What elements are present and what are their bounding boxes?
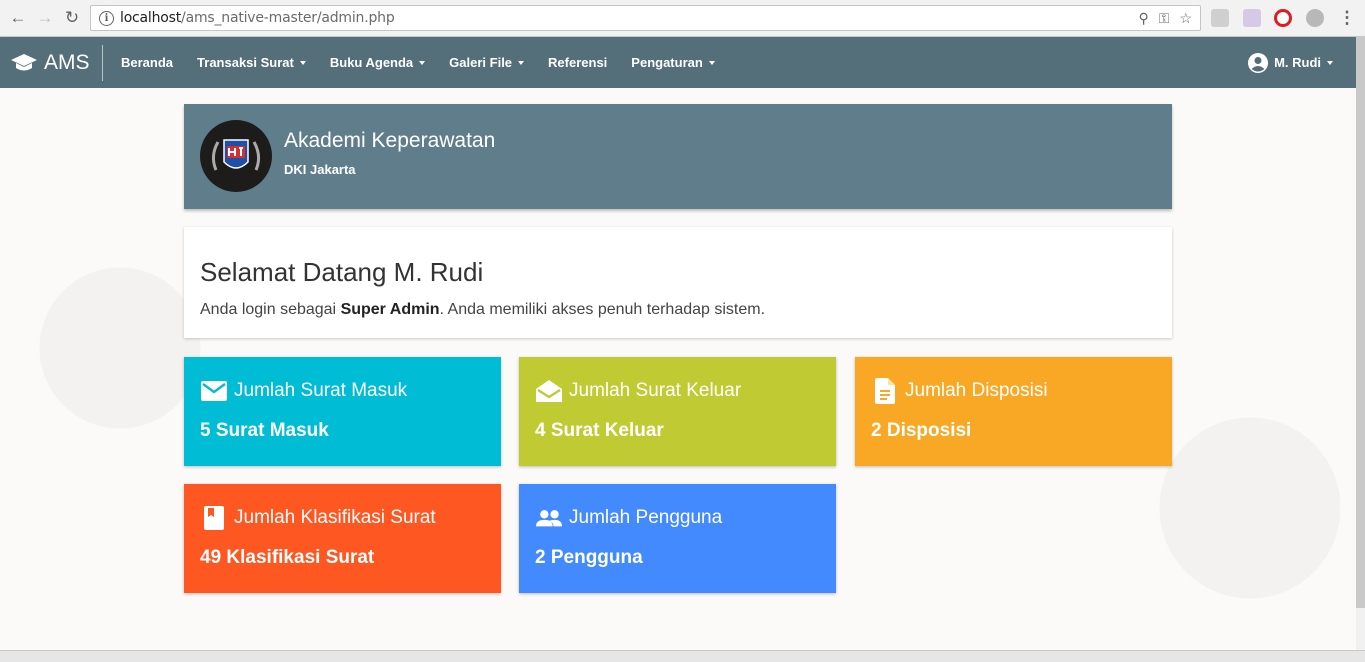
zoom-icon[interactable]: ⚲ (1139, 10, 1149, 27)
book-icon (201, 506, 227, 530)
stat-value: 2 Disposisi (871, 420, 972, 441)
pdf-extension-icon[interactable] (1211, 9, 1229, 27)
stat-surat-masuk[interactable]: Jumlah Surat Masuk 5 Surat Masuk (184, 357, 501, 466)
app-navbar: AMS Beranda Transaksi Surat Buku Agenda Gal… (0, 37, 1365, 88)
stat-title: Jumlah Surat Keluar (569, 380, 742, 401)
chevron-down-icon (708, 60, 715, 65)
url-text: localhost/ams_native-master/admin.php (120, 10, 395, 26)
nav-item-label: Transaksi Surat (197, 55, 294, 70)
people-icon (536, 506, 562, 530)
browser-toolbar: ← → ↻ i localhost/ams_native-master/admi… (0, 0, 1365, 37)
key-icon[interactable]: ⚿ (1159, 10, 1170, 27)
nav-item-galeri-file[interactable]: Galeri File (449, 55, 525, 70)
stat-surat-keluar[interactable]: Jumlah Surat Keluar 4 Surat Keluar (519, 357, 836, 466)
nav-item-label: Galeri File (449, 55, 513, 70)
mail-icon (201, 379, 227, 403)
reload-icon[interactable]: ↻ (62, 8, 82, 28)
brand[interactable]: AMS (10, 45, 103, 81)
info-icon[interactable]: i (99, 10, 114, 26)
stat-title: Jumlah Pengguna (569, 507, 723, 528)
stat-title: Jumlah Surat Masuk (234, 380, 408, 401)
stat-title: Jumlah Disposisi (905, 380, 1048, 401)
document-icon (872, 378, 898, 404)
nav-item-transaksi-surat[interactable]: Transaksi Surat (197, 55, 306, 70)
welcome-text: Anda login sebagai Super Admin. Anda mem… (200, 301, 766, 318)
browser-menu-icon[interactable]: ⋮ (1337, 8, 1357, 28)
logo-emblem-icon (211, 139, 261, 171)
stat-value: 4 Surat Keluar (535, 420, 664, 441)
chevron-down-icon (299, 60, 306, 65)
institution-logo (200, 120, 272, 192)
user-name: M. Rudi (1274, 55, 1321, 70)
nav-item-buku-agenda[interactable]: Buku Agenda (329, 55, 426, 70)
user-menu[interactable]: M. Rudi (1248, 37, 1333, 88)
page-content: Akademi Keperawatan DKI Jakarta Selamat … (0, 88, 1356, 650)
institution-name: Akademi Keperawatan (284, 129, 496, 152)
nav-item-label: Pengaturan (631, 55, 703, 70)
page-scrollbar[interactable] (1356, 37, 1365, 608)
account-circle-icon (1248, 52, 1269, 73)
window-bottom-bar (0, 650, 1365, 662)
graduation-cap-icon (11, 54, 37, 71)
stat-disposisi[interactable]: Jumlah Disposisi 2 Disposisi (855, 357, 1172, 466)
institution-city: DKI Jakarta (284, 162, 356, 177)
extension-icon[interactable] (1306, 9, 1324, 27)
star-icon[interactable]: ☆ (1179, 10, 1192, 27)
chevron-down-icon (518, 60, 525, 65)
stat-pengguna[interactable]: Jumlah Pengguna 2 Pengguna (519, 484, 836, 593)
back-icon[interactable]: ← (8, 8, 28, 28)
main-menu: Beranda Transaksi Surat Buku Agenda Galeri … (121, 37, 739, 88)
welcome-card: Selamat Datang M. Rudi Anda login sebaga… (184, 227, 1172, 338)
chevron-down-icon (419, 60, 426, 65)
stat-value: 5 Surat Masuk (200, 420, 329, 441)
stat-value: 2 Pengguna (535, 547, 643, 568)
stat-value: 49 Klasifikasi Surat (200, 547, 375, 568)
chevron-down-icon (1327, 60, 1333, 65)
stat-title: Jumlah Klasifikasi Surat (234, 507, 436, 528)
brand-label: AMS (44, 51, 90, 74)
address-bar[interactable]: i localhost/ams_native-master/admin.php … (90, 5, 1201, 31)
pdf-tool-extension-icon[interactable] (1243, 9, 1261, 27)
welcome-title: Selamat Datang M. Rudi (200, 257, 484, 287)
nav-item-pengaturan[interactable]: Pengaturan (631, 55, 715, 70)
user-role: Super Admin (340, 301, 440, 318)
nav-item-label: Referensi (548, 55, 608, 70)
nav-item-referensi[interactable]: Referensi (548, 55, 607, 70)
nav-item-beranda[interactable]: Beranda (121, 55, 173, 70)
nav-item-label: Beranda (121, 55, 174, 70)
forward-icon[interactable]: → (35, 8, 55, 28)
open-mail-icon (536, 379, 562, 403)
institution-header: Akademi Keperawatan DKI Jakarta (184, 104, 1172, 209)
opera-extension-icon[interactable] (1274, 9, 1292, 27)
stat-klasifikasi[interactable]: Jumlah Klasifikasi Surat 49 Klasifikasi … (184, 484, 501, 593)
nav-item-label: Buku Agenda (329, 55, 414, 70)
